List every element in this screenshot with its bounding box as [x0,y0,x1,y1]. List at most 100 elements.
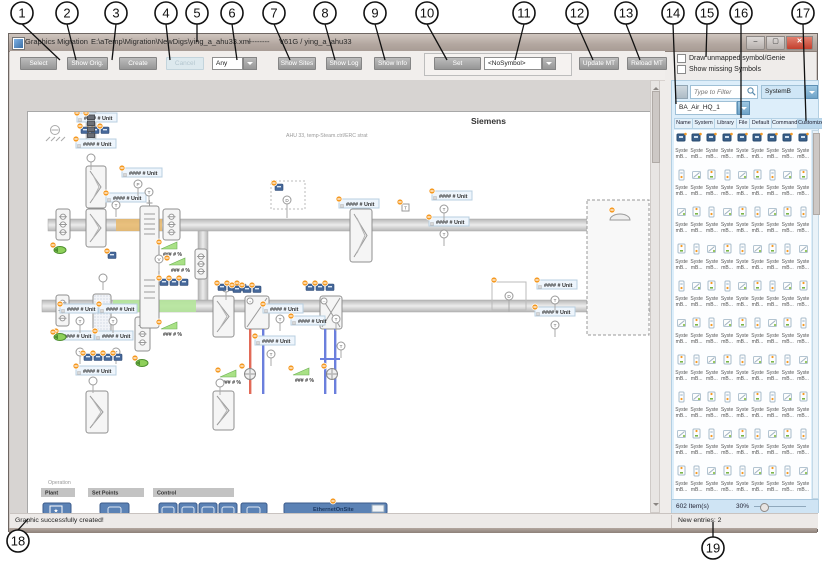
unit-value-chip[interactable]: #### # Unit [76,366,116,375]
sensor-t[interactable]: T [112,201,120,217]
update-mt-button[interactable]: Update MT [579,57,619,70]
set-button[interactable]: Set [434,57,481,70]
symbol-item[interactable]: SystemB... [780,427,795,456]
unit-value-chip[interactable]: #### # Unit [99,304,137,313]
symbol-item[interactable]: SystemB... [780,353,795,382]
column-header-default[interactable]: Default [750,118,772,129]
symbol-item[interactable]: SystemB... [689,205,704,234]
symbol-item[interactable]: SystemB... [735,353,750,382]
symbol-item[interactable]: SystemB... [780,390,795,419]
symbol-item[interactable]: SystemB... [689,353,704,382]
symbol-item[interactable]: SystemB... [735,316,750,345]
symbol-item[interactable]: SystemB... [796,279,811,308]
symbol-item[interactable]: SystemB... [704,390,719,419]
cancel-button[interactable]: Cancel [166,57,204,70]
column-header-file[interactable]: File [737,118,750,129]
symbol-item[interactable]: SystemB... [796,464,811,493]
percent-readout[interactable]: ### # % [293,368,314,384]
symbol-item[interactable]: SystemB... [704,316,719,345]
symbol-item[interactable]: SystemB... [720,316,735,345]
unit-value-chip[interactable]: #### # Unit [432,191,472,200]
symbol-item[interactable]: SystemB... [796,242,811,271]
system-combo[interactable]: SystemB [761,85,805,99]
unit-value-chip[interactable]: #### # Unit [429,217,469,226]
symbol-item[interactable]: SystemB... [780,316,795,345]
unit-value-chip[interactable]: #### # Unit [263,304,303,313]
symbol-item[interactable]: SystemB... [765,353,780,382]
symbol-item[interactable]: SystemB... [796,131,811,160]
percent-readout[interactable]: ### # % [161,242,182,258]
mixing-box[interactable] [140,200,159,328]
symbol-item[interactable]: SystemB... [704,464,719,493]
graphic-workspace[interactable]: SiemensAHU 33, temp-Steam.ctrl/ERC strat… [10,80,650,513]
reload-mt-button[interactable]: Reload MT [627,57,667,70]
show-log-button[interactable]: Show Log [326,57,362,70]
symbol-item[interactable]: SystemB... [750,353,765,382]
symbol-item[interactable]: SystemB... [750,205,765,234]
symbol-item[interactable]: SystemB... [750,390,765,419]
symbol-item[interactable]: SystemB... [765,464,780,493]
heating-coil[interactable] [86,391,108,433]
sensor-t[interactable]: T [267,350,275,366]
symbol-item[interactable]: SystemB... [689,279,704,308]
show-missing-checkbox[interactable] [677,65,686,74]
heating-coil[interactable] [86,209,106,247]
symbol-item[interactable]: SystemB... [689,242,704,271]
heating-coil[interactable] [86,166,106,208]
symbol-item[interactable]: SystemB... [765,316,780,345]
symbol-item[interactable]: SystemB... [735,390,750,419]
unit-value-chip[interactable]: #### # Unit [60,304,98,313]
symbol-item[interactable]: SystemB... [750,168,765,197]
symbol-item[interactable]: SystemB... [720,464,735,493]
symbol-item[interactable]: SystemB... [674,390,689,419]
pump-icon[interactable] [245,369,256,380]
symbol-item[interactable]: SystemB... [796,390,811,419]
symbol-item[interactable]: SystemB... [689,464,704,493]
pump-icon[interactable] [327,369,338,380]
draw-unmapped-checkbox[interactable] [677,54,686,63]
unit-value-chip[interactable]: #### # Unit [291,316,327,325]
system-combo-arrow[interactable] [805,85,818,99]
library-combo-arrow[interactable] [737,101,750,115]
symbol-item[interactable]: SystemB... [674,464,689,493]
symbol-item[interactable]: SystemB... [750,279,765,308]
symbol-item[interactable]: SystemB... [780,464,795,493]
symbol-item[interactable]: SystemB... [674,205,689,234]
symbol-item[interactable]: SystemB... [674,427,689,456]
sensor-t[interactable]: T [337,342,345,358]
any-combo-arrow[interactable] [243,57,257,70]
show-sites-button[interactable]: Show Sites [278,57,316,70]
column-header-name[interactable]: Name [674,118,693,129]
minimize-button[interactable]: – [746,36,765,50]
create-button[interactable]: Create [119,57,157,70]
symbol-item[interactable]: SystemB... [674,131,689,160]
symbol-item[interactable]: SystemB... [689,131,704,160]
sensor-t[interactable]: T [551,321,559,337]
symbol-item[interactable]: SystemB... [750,464,765,493]
symbol-item[interactable]: SystemB... [796,316,811,345]
zoom-slider-thumb[interactable] [760,503,769,512]
symbol-item[interactable]: SystemB... [720,279,735,308]
symbol-item[interactable]: SystemB... [765,427,780,456]
symbol-item[interactable]: SystemB... [735,205,750,234]
canvas-vertical-scrollbar[interactable] [650,80,660,513]
column-header-system[interactable]: System [693,118,715,129]
symbol-item[interactable]: SystemB... [674,242,689,271]
symbol-item[interactable]: SystemB... [704,205,719,234]
close-button[interactable]: ✕ [786,36,813,50]
graphic-button[interactable] [100,503,129,513]
maximize-button[interactable]: ▢ [766,36,785,50]
symbol-item[interactable]: SystemB... [704,242,719,271]
symbol-item[interactable]: SystemB... [720,242,735,271]
symbol-item[interactable]: SystemB... [765,390,780,419]
panel-scroll-thumb[interactable] [813,133,820,215]
unit-value-chip[interactable]: #### # Unit [76,139,116,148]
symbol-item[interactable]: SystemB... [689,427,704,456]
supply-fan[interactable] [213,391,234,430]
symbol-item[interactable]: SystemB... [796,205,811,234]
symbol-item[interactable]: SystemB... [780,205,795,234]
symbol-item[interactable]: SystemB... [780,168,795,197]
scroll-up-icon[interactable] [653,84,659,90]
show-info-button[interactable]: Show Info [374,57,411,70]
sensor-t[interactable]: T [276,315,284,331]
